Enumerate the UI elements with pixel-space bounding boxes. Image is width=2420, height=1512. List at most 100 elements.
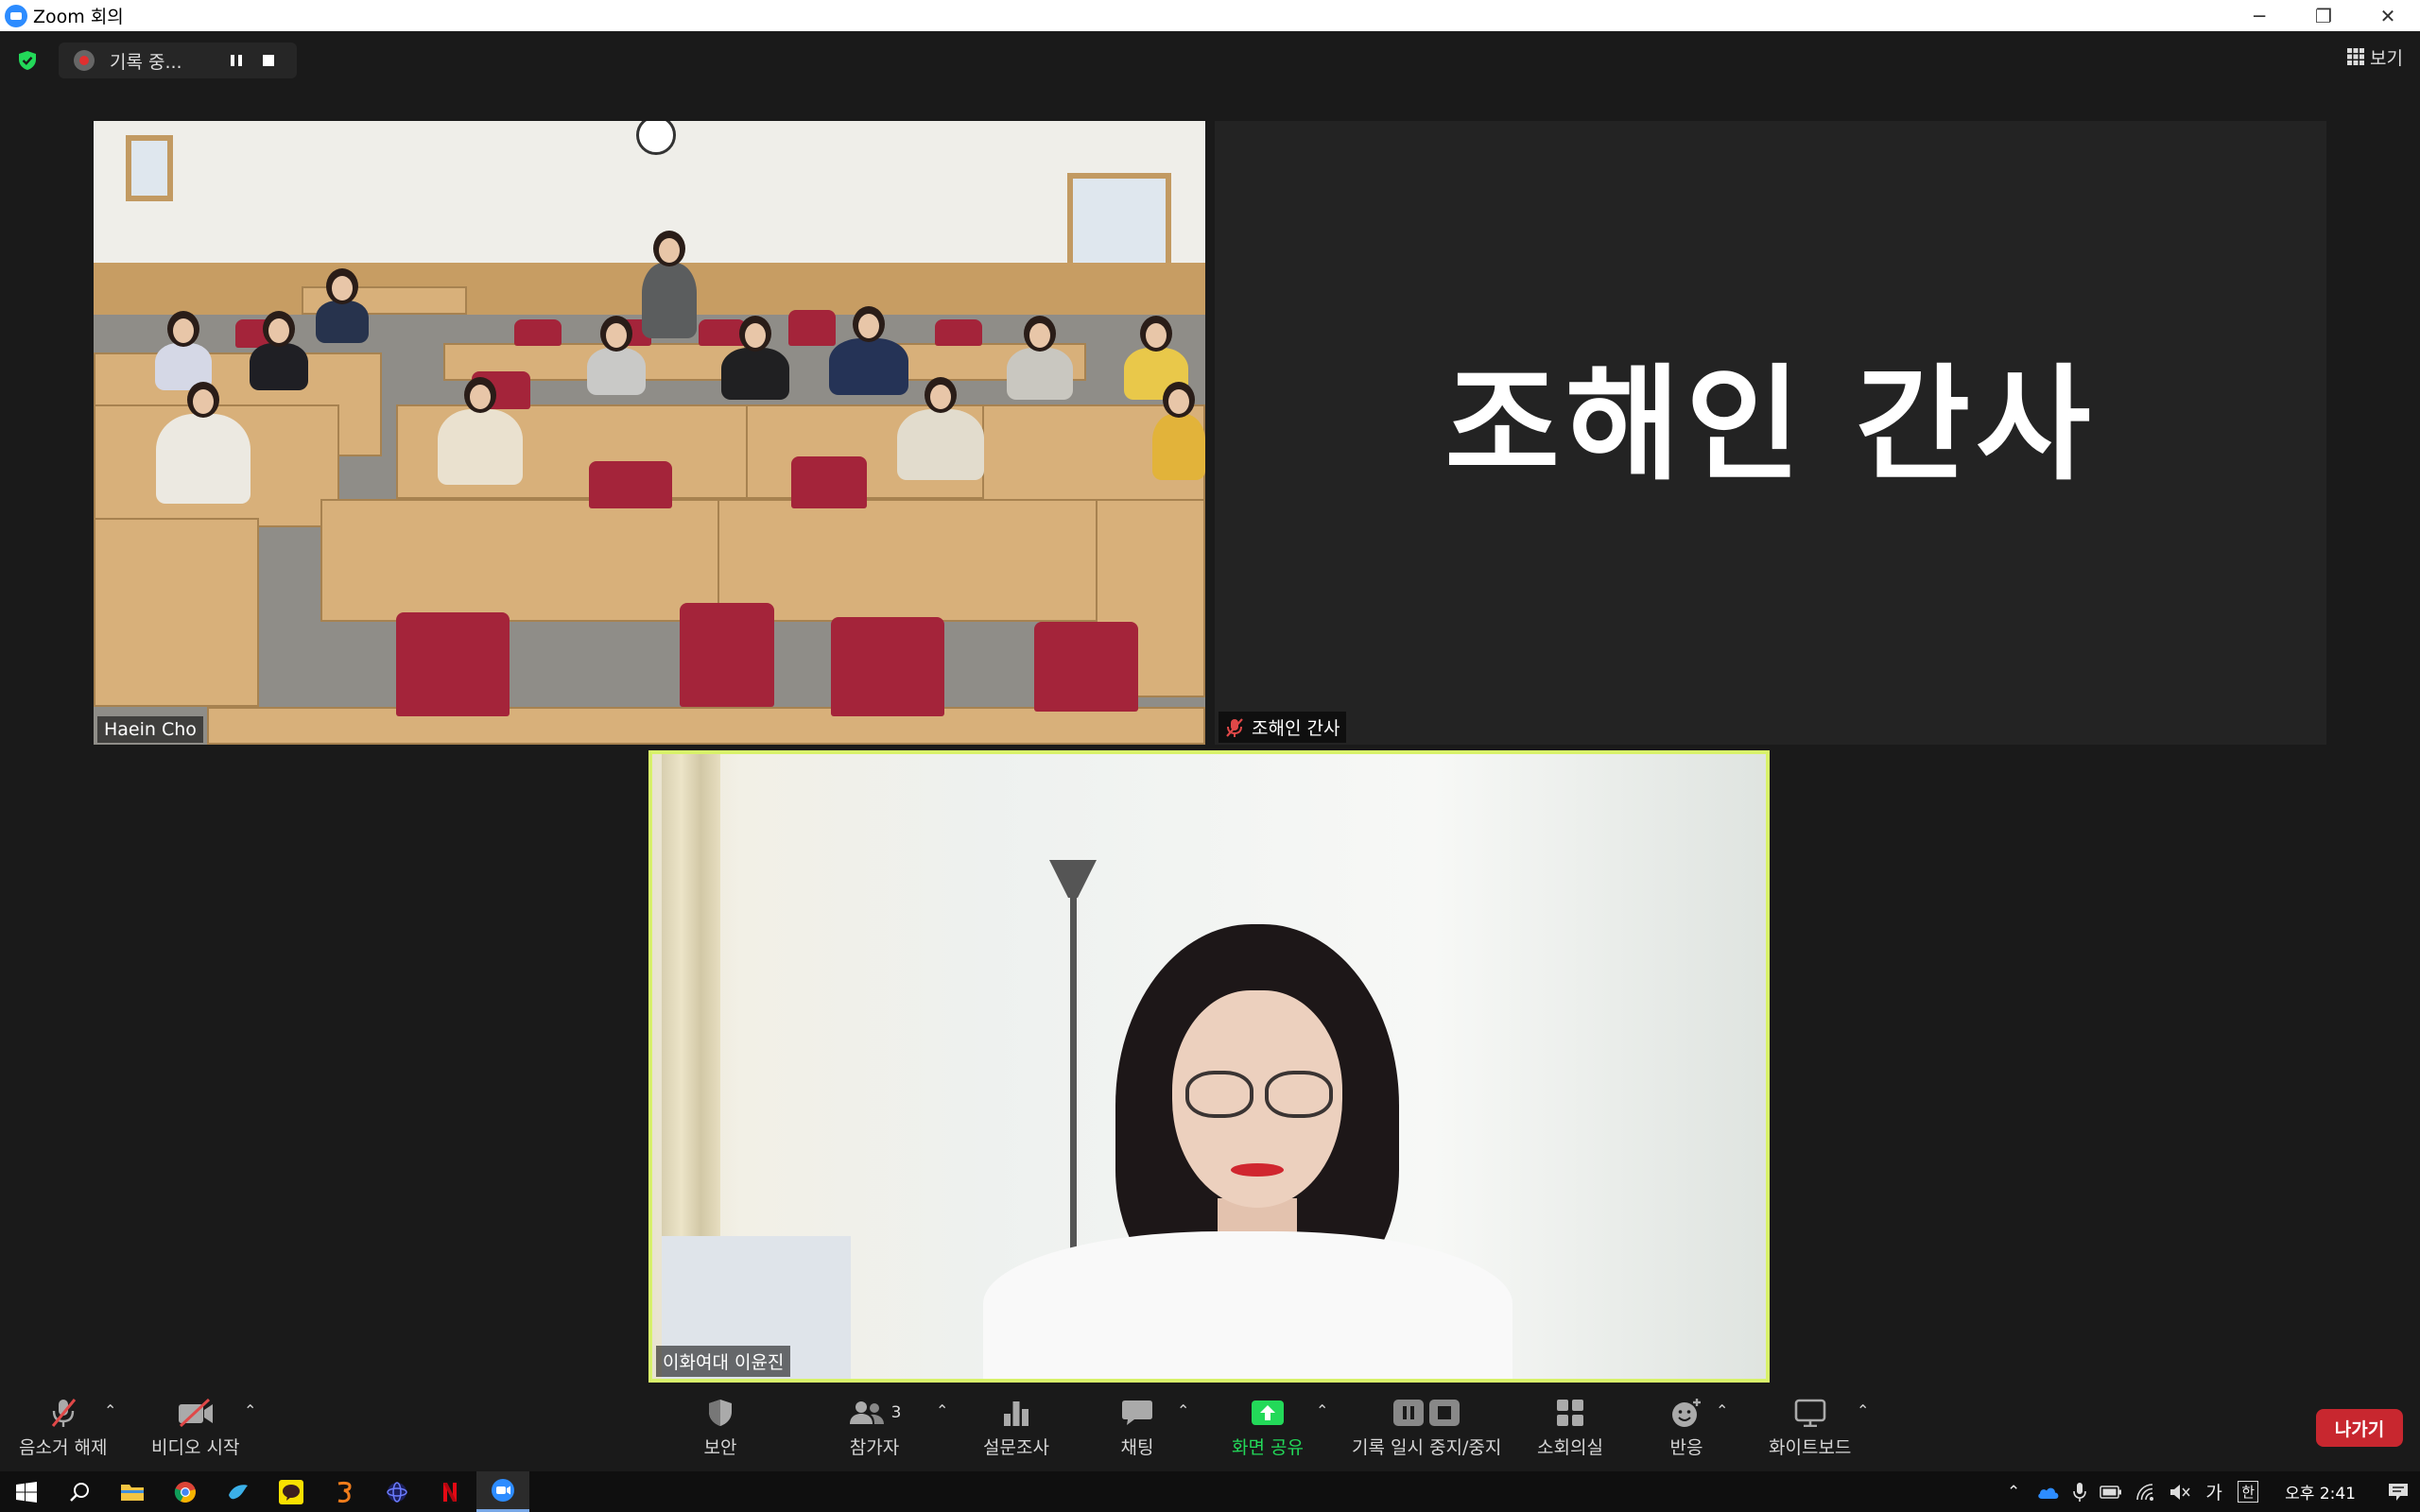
chair: [935, 319, 982, 346]
search-icon: [70, 1482, 89, 1502]
stop-icon: [263, 55, 274, 66]
view-button[interactable]: 보기: [2347, 43, 2403, 71]
minimize-button[interactable]: ─: [2227, 0, 2291, 31]
close-button[interactable]: ✕: [2356, 0, 2420, 31]
security-shield-icon: [709, 1400, 732, 1426]
participants-options-chevron-icon[interactable]: ⌃: [936, 1401, 948, 1419]
person: [897, 377, 984, 480]
reactions-options-chevron-icon[interactable]: ⌃: [1716, 1401, 1728, 1419]
video-tile-classroom[interactable]: Haein Cho: [94, 121, 1205, 745]
chrome-icon: [174, 1481, 196, 1503]
window-controls: ─ ❐ ✕: [2227, 0, 2420, 31]
person: [1007, 316, 1073, 400]
battery-icon[interactable]: [2100, 1485, 2122, 1499]
meeting-controls-toolbar: 음소거 해제 ⌃ 비디오 시작 ⌃ 보안 3 참가자 ⌃ 설문조사 채팅 ⌃ 화…: [0, 1383, 2420, 1471]
taskbar-app-orange[interactable]: [318, 1471, 371, 1512]
restore-button[interactable]: ❐: [2291, 0, 2356, 31]
system-tray: ⌃ 가 한 오후 2:41: [2003, 1471, 2420, 1512]
window-title: Zoom 회의: [33, 7, 124, 27]
speaker-lips: [1231, 1163, 1284, 1177]
participant-name-label: 이화여대 이윤진: [656, 1346, 791, 1377]
polls-button[interactable]: 설문조사: [983, 1396, 1049, 1459]
start-button[interactable]: [0, 1471, 53, 1512]
leave-meeting-button[interactable]: 나가기: [2316, 1409, 2403, 1447]
whiteboard-button[interactable]: 화이트보드: [1769, 1396, 1851, 1459]
security-button[interactable]: 보안: [701, 1396, 739, 1459]
encryption-shield-icon[interactable]: [17, 50, 38, 71]
taskbar-app-globe[interactable]: [371, 1471, 424, 1512]
chat-options-chevron-icon[interactable]: ⌃: [1177, 1401, 1189, 1419]
view-label: 보기: [2370, 47, 2403, 69]
unmute-button[interactable]: 음소거 해제: [19, 1396, 107, 1459]
volume-muted-icon[interactable]: [2169, 1483, 2190, 1502]
audio-options-chevron-icon[interactable]: ⌃: [104, 1401, 116, 1419]
person: [1152, 382, 1205, 480]
zoom-logo-icon: [5, 4, 27, 27]
chat-button[interactable]: 채팅: [1118, 1396, 1156, 1459]
pause-recording-button[interactable]: [227, 51, 246, 70]
unmute-label: 음소거 해제: [19, 1437, 108, 1458]
start-video-button[interactable]: 비디오 시작: [151, 1396, 239, 1459]
show-hidden-icons-chevron-icon[interactable]: ⌃: [2003, 1483, 2024, 1502]
grid-view-icon: [2347, 48, 2365, 65]
bar-chart-icon: [1003, 1401, 1028, 1426]
app-bird-icon: [229, 1484, 248, 1499]
reaction-smiley-icon: [1672, 1399, 1701, 1427]
person: [250, 311, 308, 390]
chair: [788, 310, 836, 346]
video-tile-video-off[interactable]: 조해인 간사 조해인 간사: [1215, 121, 2326, 745]
breakout-rooms-label: 소회의실: [1537, 1437, 1603, 1458]
chat-bubble-icon: [1122, 1400, 1152, 1425]
input-method-indicator[interactable]: 가: [2204, 1479, 2224, 1504]
person: [721, 316, 789, 400]
recording-label: 기록 중...: [110, 51, 182, 73]
participants-label: 참가자: [849, 1437, 900, 1458]
whiteboard-options-chevron-icon[interactable]: ⌃: [1857, 1401, 1869, 1419]
video-tile-active-speaker[interactable]: 이화여대 이윤진: [648, 750, 1770, 1383]
participants-count: 3: [890, 1403, 902, 1422]
wifi-icon[interactable]: [2135, 1483, 2156, 1502]
meeting-top-bar: [0, 31, 2420, 119]
classroom-window-small: [126, 135, 173, 201]
whiteboard-label: 화이트보드: [1769, 1437, 1852, 1458]
stop-recording-button[interactable]: [259, 51, 278, 70]
chat-label: 채팅: [1120, 1437, 1154, 1458]
taskbar-search-button[interactable]: [53, 1471, 106, 1512]
recording-dot-icon: [74, 50, 95, 71]
chair: [589, 461, 672, 508]
taskbar-clock[interactable]: 오후 2:41: [2285, 1480, 2356, 1503]
recording-pause-stop-label: 기록 일시 중지/중지: [1352, 1437, 1502, 1458]
speaker-glasses-right: [1265, 1071, 1333, 1118]
microphone-icon[interactable]: [2073, 1482, 2086, 1503]
chair: [396, 612, 510, 716]
taskbar-app-bird[interactable]: [212, 1471, 265, 1512]
reactions-button[interactable]: 반응: [1668, 1396, 1705, 1459]
breakout-rooms-button[interactable]: 소회의실: [1537, 1396, 1603, 1459]
app-globe-icon: [387, 1481, 407, 1503]
video-off-icon: [178, 1399, 213, 1427]
chair: [680, 603, 774, 707]
muted-mic-icon: [1226, 717, 1243, 737]
share-options-chevron-icon[interactable]: ⌃: [1316, 1401, 1328, 1419]
person: [156, 382, 251, 504]
action-center-notification-icon[interactable]: [2388, 1483, 2409, 1502]
speaker-shirt: [983, 1231, 1512, 1379]
onedrive-cloud-icon[interactable]: [2037, 1485, 2060, 1500]
netflix-icon: [441, 1480, 459, 1503]
taskbar-file-explorer[interactable]: [106, 1471, 159, 1512]
taskbar-kakaotalk[interactable]: [265, 1471, 318, 1512]
app-orange-icon: [337, 1481, 352, 1503]
share-screen-button[interactable]: 화면 공유: [1232, 1396, 1304, 1459]
security-label: 보안: [703, 1437, 737, 1458]
person: [316, 268, 369, 343]
participant-display-name: 조해인 간사: [1444, 352, 2097, 498]
taskbar-netflix[interactable]: [424, 1471, 476, 1512]
taskbar-chrome[interactable]: [159, 1471, 212, 1512]
participants-button[interactable]: 3 참가자: [841, 1396, 908, 1459]
ime-mode-indicator[interactable]: 한: [2238, 1481, 2259, 1503]
share-screen-label: 화면 공유: [1232, 1437, 1304, 1458]
classroom-participant-name: Haein Cho: [104, 719, 197, 740]
taskbar-zoom[interactable]: [476, 1471, 529, 1512]
video-options-chevron-icon[interactable]: ⌃: [244, 1401, 256, 1419]
recording-pause-stop-button[interactable]: 기록 일시 중지/중지: [1352, 1396, 1501, 1459]
